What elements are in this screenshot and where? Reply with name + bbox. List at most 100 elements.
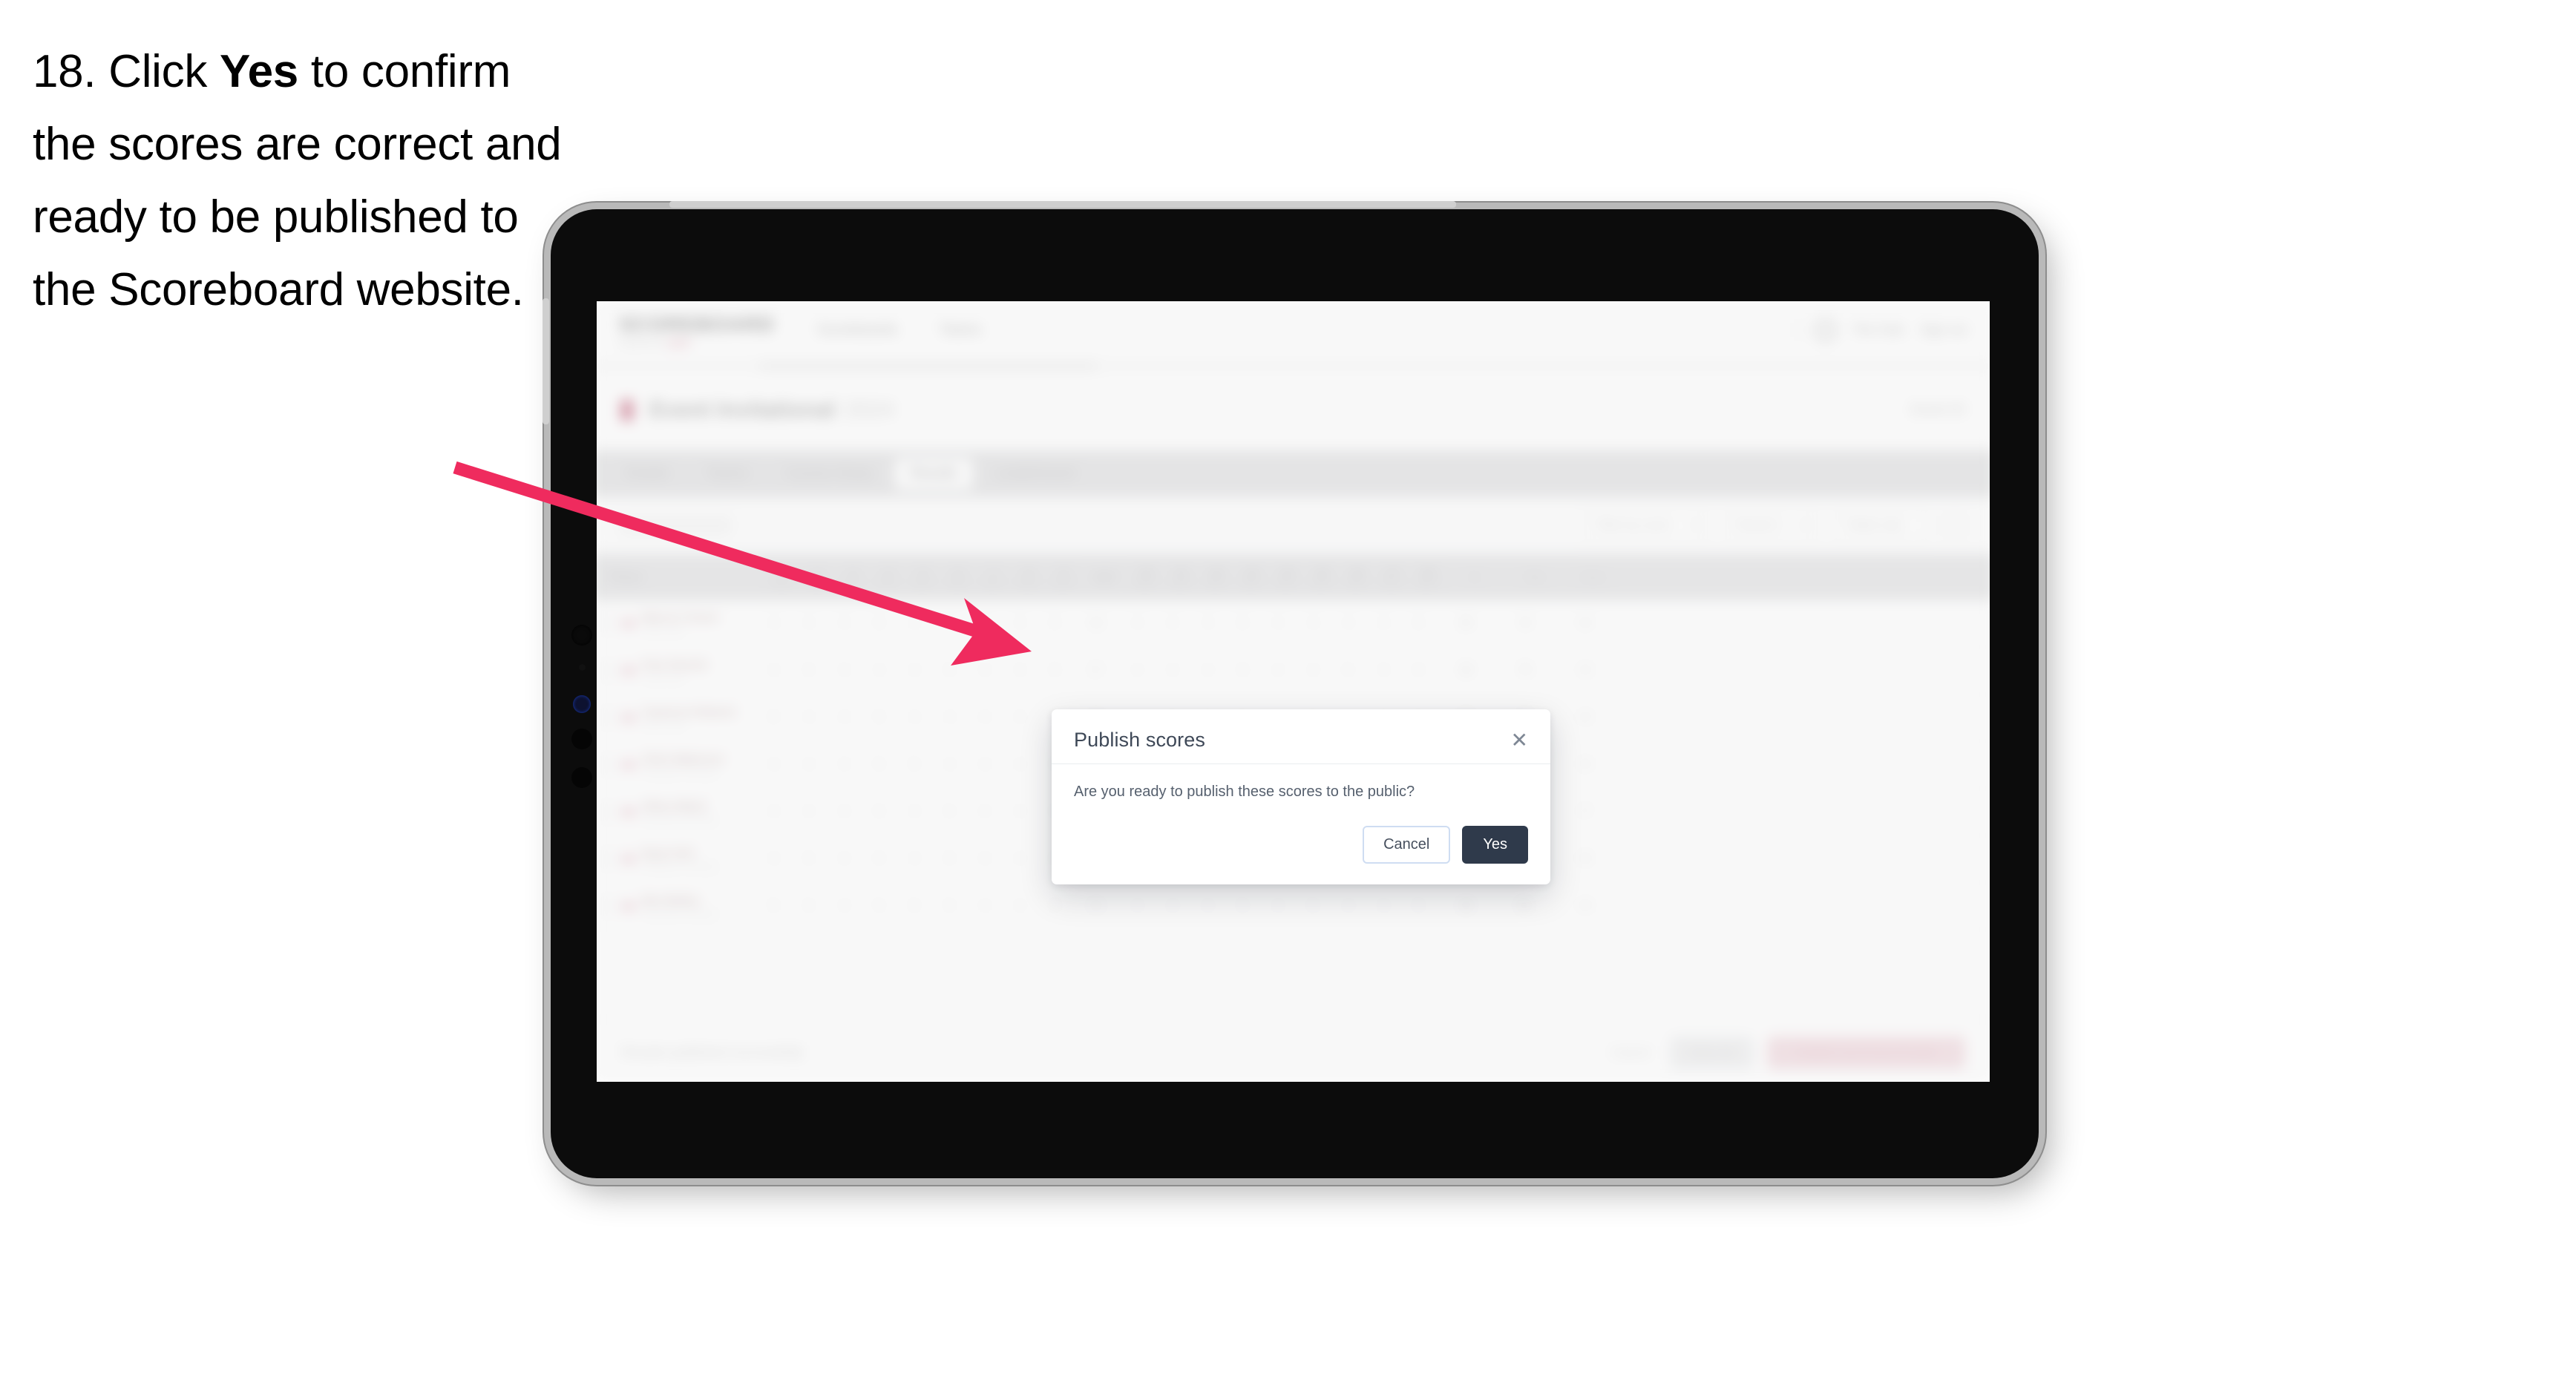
row-checkbox[interactable] (598, 615, 615, 632)
score-cell[interactable]: 4 (1366, 883, 1402, 930)
score-cell[interactable]: 4 (792, 694, 827, 741)
score-cell[interactable]: 5 (756, 883, 792, 930)
score-cell[interactable]: 4 (968, 694, 1003, 741)
score-cell[interactable]: 4 (968, 789, 1003, 835)
score-cell[interactable]: 4 (932, 694, 968, 741)
score-cell[interactable]: 5 (1038, 600, 1073, 647)
score-cell[interactable]: 5 (1296, 883, 1331, 930)
score-cell[interactable]: 4 (968, 647, 1003, 694)
score-cell[interactable]: 5 (932, 835, 968, 883)
score-cell[interactable]: 3 (827, 600, 862, 647)
score-cell[interactable]: 3 (827, 741, 862, 789)
row-checkbox[interactable] (598, 804, 615, 821)
yes-button[interactable]: Yes (1462, 826, 1528, 864)
score-cell[interactable]: 4 (1003, 789, 1038, 835)
score-cell[interactable]: 4 (827, 789, 862, 835)
nav-link-teams[interactable]: Teams (940, 322, 981, 338)
score-cell[interactable]: 4 (1261, 883, 1297, 930)
score-cell[interactable]: 5 (862, 835, 897, 883)
score-cell[interactable]: 4 (1003, 741, 1038, 789)
row-checkbox[interactable] (598, 709, 615, 726)
brand-logo[interactable]: SCOREBOARD powered by sport (620, 313, 775, 347)
score-cell[interactable]: 5 (792, 835, 827, 883)
user-avatar-icon[interactable] (1815, 320, 1836, 341)
table-row[interactable]: Finn Parrish Club B Golf 4 5 3 4 4 5 4 3 5 37 4 4 4 5 4 4… (597, 647, 1990, 695)
score-cell[interactable]: 3 (827, 694, 862, 741)
score-cell[interactable]: 4 (1156, 600, 1190, 647)
score-cell[interactable]: 5 (932, 789, 968, 835)
score-cell[interactable]: 4 (1156, 883, 1190, 930)
score-cell[interactable]: 4 (756, 600, 792, 647)
score-cell[interactable]: 4 (968, 600, 1003, 647)
score-cell[interactable]: 3 (827, 647, 862, 694)
tab-teams[interactable]: Teams (692, 459, 764, 490)
score-cell[interactable]: 5 (1038, 647, 1073, 694)
filter-totals-toggle[interactable]: Totals only (1833, 510, 1928, 541)
filter-score-dropdown[interactable]: Filter by score ▾ (1584, 510, 1710, 541)
score-cell[interactable]: 4 (1003, 883, 1038, 930)
score-cell[interactable]: 4 (1296, 647, 1331, 694)
score-cell[interactable]: 4 (1331, 883, 1366, 930)
score-cell[interactable]: 5 (1401, 600, 1437, 647)
score-cell[interactable]: 42 (1073, 883, 1121, 930)
score-cell[interactable]: 4 (968, 741, 1003, 789)
score-cell[interactable]: 3 (1190, 600, 1226, 647)
score-cell[interactable]: 4 (1331, 600, 1366, 647)
score-cell[interactable]: 36 (1073, 600, 1121, 647)
score-cell[interactable]: 5 (862, 741, 897, 789)
tab-results[interactable]: Results (894, 458, 973, 490)
score-cell[interactable]: 5 (932, 883, 968, 930)
score-cell[interactable]: 5 (756, 694, 792, 741)
score-cell[interactable]: 4 (932, 600, 968, 647)
cancel-button[interactable]: Cancel (1363, 826, 1451, 864)
filter-round-dropdown[interactable]: Round 1 ▾ (1724, 510, 1819, 541)
score-cell[interactable]: 3 (1366, 600, 1402, 647)
score-cell[interactable]: 5 (1038, 883, 1073, 930)
score-cell[interactable]: 4 (756, 835, 792, 883)
score-cell[interactable]: 4 (1190, 883, 1226, 930)
score-cell[interactable]: 5 (932, 647, 968, 694)
score-cell[interactable]: 4 (1261, 647, 1297, 694)
search-input[interactable] (619, 516, 732, 536)
score-cell[interactable]: 4 (862, 647, 897, 694)
score-cell[interactable]: 5 (1401, 883, 1437, 930)
score-cell[interactable]: 4 (792, 600, 827, 647)
row-checkbox[interactable] (598, 850, 615, 867)
score-cell[interactable]: 4 (792, 741, 827, 789)
score-cell[interactable]: 4 (792, 789, 827, 835)
footer-publish-button[interactable]: Publish and Send Emails (1767, 1036, 1966, 1069)
tab-details[interactable]: Details (611, 459, 684, 490)
score-cell[interactable]: 5 (1401, 647, 1437, 694)
nav-link-scoreboards[interactable]: Scoreboards (817, 322, 898, 338)
score-cell[interactable]: 4 (932, 741, 968, 789)
score-cell[interactable]: 5 (897, 883, 933, 930)
score-cell[interactable]: 4 (1261, 600, 1297, 647)
score-cell[interactable]: 5 (1225, 883, 1261, 930)
score-cell[interactable]: 4 (1003, 694, 1038, 741)
score-cell[interactable]: 5 (1225, 600, 1261, 647)
score-cell[interactable]: 5 (792, 883, 827, 930)
score-cell[interactable]: 4 (1120, 647, 1156, 694)
score-cell[interactable]: 4 (1120, 883, 1156, 930)
score-cell[interactable]: 4 (756, 789, 792, 835)
score-cell[interactable]: 3 (1003, 647, 1038, 694)
score-cell[interactable]: 4 (827, 835, 862, 883)
footer-save-button[interactable]: Save all (1669, 1036, 1754, 1069)
score-cell[interactable]: 4 (968, 883, 1003, 930)
table-row[interactable]: Marcus Turner Club A Golf 4 4 3 5 4 4 4 3 5 36 4 4 3 5 4… (597, 600, 1990, 648)
score-cell[interactable]: 4 (1003, 835, 1038, 883)
score-cell[interactable]: 4 (1296, 600, 1331, 647)
score-cell[interactable]: 4 (1190, 647, 1226, 694)
score-cell[interactable]: 4 (897, 835, 933, 883)
nav-signout-link[interactable]: Sign out (1920, 323, 1967, 338)
score-cell[interactable]: 4 (1156, 647, 1190, 694)
score-cell[interactable]: 4 (897, 694, 933, 741)
nav-user-label[interactable]: The Club (1852, 323, 1904, 338)
score-cell[interactable]: 5 (1331, 647, 1366, 694)
score-cell[interactable]: 4 (897, 789, 933, 835)
score-cell[interactable]: 4 (756, 647, 792, 694)
footer-cancel-button[interactable]: Cancel (1605, 1036, 1656, 1068)
score-cell[interactable]: 5 (862, 694, 897, 741)
score-cell[interactable]: 4 (897, 647, 933, 694)
settings-gear-icon[interactable] (1942, 513, 1967, 538)
